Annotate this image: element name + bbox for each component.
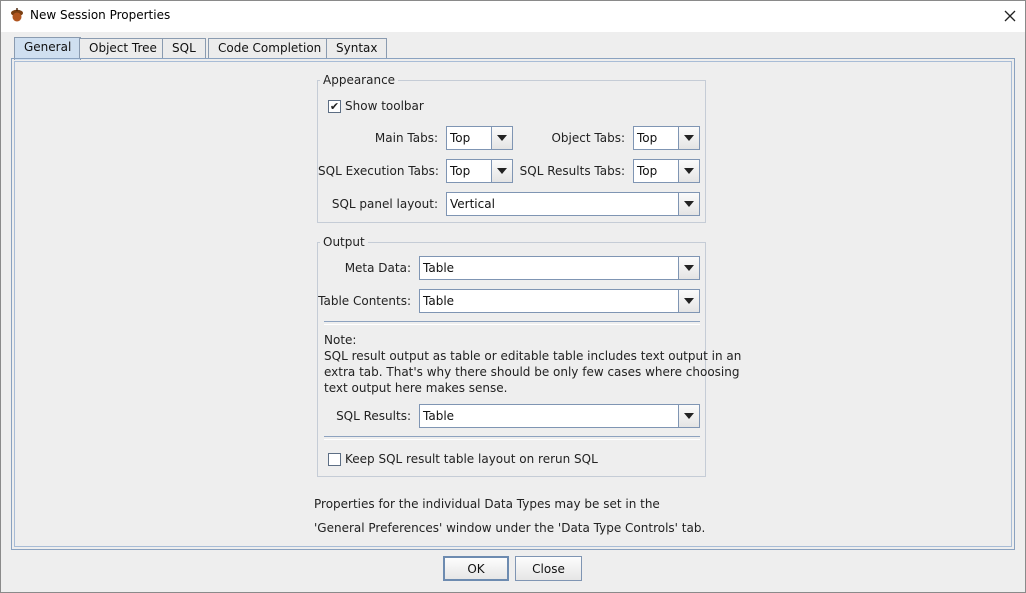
- ok-button[interactable]: OK: [443, 556, 509, 581]
- keep-layout-checkbox[interactable]: [328, 453, 341, 466]
- chevron-down-icon[interactable]: [491, 160, 512, 182]
- acorn-icon: [10, 8, 24, 22]
- sql-panel-layout-value: Vertical: [450, 197, 495, 211]
- sql-results-value: Table: [423, 409, 455, 423]
- output-separator-bottom: [324, 436, 700, 440]
- table-contents-value: Table: [423, 294, 455, 308]
- tab-syntax[interactable]: Syntax: [326, 38, 388, 59]
- tab-code-completion[interactable]: Code Completion: [208, 38, 332, 59]
- sql-panel-layout-label: SQL panel layout:: [331, 197, 438, 211]
- tab-object-tree[interactable]: Object Tree: [79, 38, 167, 59]
- tab-general[interactable]: General: [14, 37, 82, 60]
- footer-note-line: 'General Preferences' window under the '…: [314, 521, 706, 535]
- meta-data-value: Table: [423, 261, 455, 275]
- keep-layout-label: Keep SQL result table layout on rerun SQ…: [345, 452, 598, 466]
- window-title: New Session Properties: [30, 8, 171, 22]
- note-line: extra tab. That's why there should be on…: [324, 365, 740, 379]
- note-heading: Note:: [324, 333, 357, 347]
- object-tabs-label: Object Tabs:: [551, 131, 625, 145]
- sql-execution-tabs-label: SQL Execution Tabs:: [318, 164, 439, 178]
- note-line: text output here makes sense.: [324, 381, 508, 395]
- main-tabs-label: Main Tabs:: [374, 131, 438, 145]
- main-tabs-combo[interactable]: Top: [446, 126, 513, 150]
- sql-results-tabs-label: SQL Results Tabs:: [519, 164, 625, 178]
- sql-results-label: SQL Results:: [336, 409, 411, 423]
- meta-data-combo[interactable]: Table: [419, 256, 700, 280]
- tab-sql[interactable]: SQL: [162, 38, 206, 59]
- close-icon[interactable]: [996, 3, 1024, 29]
- chevron-down-icon[interactable]: [678, 405, 699, 427]
- appearance-group-title: Appearance: [320, 73, 399, 87]
- meta-data-label: Meta Data:: [344, 261, 411, 275]
- sql-execution-tabs-value: Top: [450, 164, 471, 178]
- sql-execution-tabs-combo[interactable]: Top: [446, 159, 513, 183]
- chevron-down-icon[interactable]: [678, 290, 699, 312]
- note-line: SQL result output as table or editable t…: [324, 349, 742, 363]
- chevron-down-icon[interactable]: [678, 257, 699, 279]
- sql-panel-layout-combo[interactable]: Vertical: [446, 192, 700, 216]
- table-contents-combo[interactable]: Table: [419, 289, 700, 313]
- object-tabs-value: Top: [637, 131, 658, 145]
- sql-results-tabs-value: Top: [637, 164, 658, 178]
- output-group-title: Output: [320, 235, 368, 249]
- chevron-down-icon[interactable]: [491, 127, 512, 149]
- chevron-down-icon[interactable]: [678, 160, 699, 182]
- show-toolbar-label: Show toolbar: [345, 99, 424, 113]
- output-separator-top: [324, 321, 700, 325]
- object-tabs-combo[interactable]: Top: [633, 126, 700, 150]
- sql-results-combo[interactable]: Table: [419, 404, 700, 428]
- table-contents-label: Table Contents:: [318, 294, 411, 308]
- close-button[interactable]: Close: [515, 556, 582, 581]
- show-toolbar-checkbox[interactable]: ✔: [328, 100, 341, 113]
- footer-note-line: Properties for the individual Data Types…: [314, 497, 660, 511]
- chevron-down-icon[interactable]: [678, 127, 699, 149]
- chevron-down-icon[interactable]: [678, 193, 699, 215]
- sql-results-tabs-combo[interactable]: Top: [633, 159, 700, 183]
- main-tabs-value: Top: [450, 131, 471, 145]
